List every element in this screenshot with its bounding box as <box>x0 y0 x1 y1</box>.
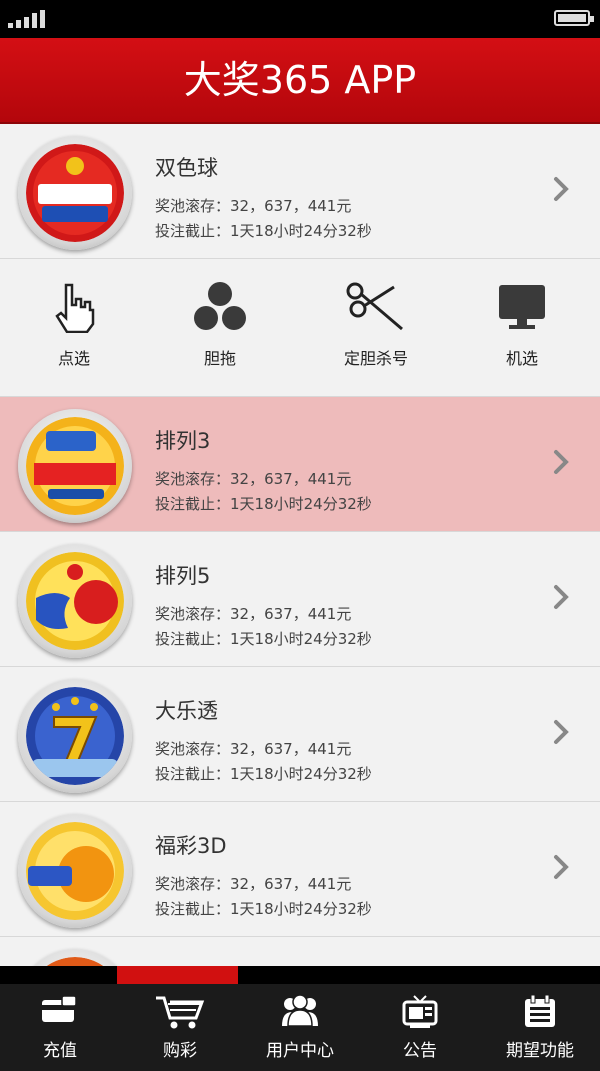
status-bar <box>0 0 600 38</box>
tab-label: 充值 <box>43 1041 77 1061</box>
bet-deadline: 投注截止：1天18小时24分32秒 <box>155 765 372 783</box>
action-label: 定胆杀号 <box>343 349 408 368</box>
lottery-row-pailie3[interactable]: 排列3 奖池滚存：32，637，441元 投注截止：1天18小时24分32秒 <box>0 397 600 532</box>
3d-logo <box>18 544 132 658</box>
pick-mode-random[interactable]: 机选 <box>462 281 582 369</box>
three-balls-icon <box>194 282 246 330</box>
super-lotto-logo <box>18 409 132 523</box>
pailie-3-logo <box>18 814 132 928</box>
7-star-logo <box>18 679 132 793</box>
chevron-right-icon[interactable] <box>548 584 574 610</box>
prize-pool: 奖池滚存：32，637，441元 <box>155 470 352 488</box>
bet-deadline: 投注截止：1天18小时24分32秒 <box>155 495 372 513</box>
action-label: 胆拖 <box>203 349 236 368</box>
pick-mode-dantuo[interactable]: 胆拖 <box>160 281 280 369</box>
tab-label: 用户中心 <box>266 1041 334 1061</box>
action-label: 点选 <box>57 349 90 368</box>
tab-label: 期望功能 <box>506 1041 574 1061</box>
app-header: 大奖365 APP <box>0 38 600 122</box>
tab-label: 公告 <box>403 1041 437 1061</box>
lottery-row-daletou[interactable]: 大乐透 奖池滚存：32，637，441元 投注截止：1天18小时24分32秒 <box>0 667 600 802</box>
lottery-row-shuangseqiu[interactable]: 双色球 奖池滚存：32，637，441元 投注截止：1天18小时24分32秒 <box>0 124 600 259</box>
pick-mode-manual[interactable]: 点选 <box>14 281 134 369</box>
tab-user-center[interactable]: 用户中心 <box>240 984 360 1071</box>
bet-deadline: 投注截止：1天18小时24分32秒 <box>155 630 372 648</box>
lottery-name: 大乐透 <box>155 699 218 723</box>
prize-pool: 奖池滚存：32，637，441元 <box>155 197 352 215</box>
users-icon <box>282 994 318 1027</box>
tab-active-indicator <box>117 966 238 984</box>
battery-icon <box>554 10 594 26</box>
prize-pool: 奖池滚存：32，637，441元 <box>155 740 352 758</box>
lottery-name: 双色球 <box>155 156 218 180</box>
chevron-right-icon[interactable] <box>548 719 574 745</box>
lottery-row-pailie5[interactable]: 排列5 奖池滚存：32，637，441元 投注截止：1天18小时24分32秒 <box>0 532 600 667</box>
tab-recharge[interactable]: 充值 <box>0 984 120 1071</box>
card-icon <box>42 995 77 1022</box>
prize-pool: 奖池滚存：32，637，441元 <box>155 875 352 893</box>
monitor-icon <box>499 285 545 329</box>
lottery-row-fucai3d[interactable]: 福彩3D 奖池滚存：32，637，441元 投注截止：1天18小时24分32秒 <box>0 802 600 937</box>
pick-mode-kill[interactable]: 定胆杀号 <box>316 281 436 369</box>
calendar-list-icon <box>525 994 555 1027</box>
chevron-right-icon[interactable] <box>548 449 574 475</box>
union-lotto-logo <box>18 136 132 250</box>
cart-icon <box>156 996 205 1029</box>
signal-icon <box>8 10 45 28</box>
bet-deadline: 投注截止：1天18小时24分32秒 <box>155 900 372 918</box>
bet-deadline: 投注截止：1天18小时24分32秒 <box>155 222 372 240</box>
news-tv-icon <box>402 995 438 1028</box>
scissors-icon <box>346 282 403 331</box>
tab-announcement[interactable]: 公告 <box>360 984 480 1071</box>
tab-buy[interactable]: 购彩 <box>120 984 240 1071</box>
bottom-tab-bar: 充值 购彩 用户中心 公告 期望功能 <box>0 984 600 1071</box>
lottery-name: 福彩3D <box>155 834 227 858</box>
pick-mode-bar: 点选 胆拖 定胆杀号 机选 <box>0 259 600 397</box>
action-label: 机选 <box>505 349 538 368</box>
chevron-right-icon[interactable] <box>548 176 574 202</box>
pointer-hand-icon <box>55 283 95 333</box>
page-title: 大奖365 APP <box>183 58 417 102</box>
tab-indicator-track <box>0 966 600 984</box>
prize-pool: 奖池滚存：32，637，441元 <box>155 605 352 623</box>
tab-label: 购彩 <box>163 1041 197 1061</box>
chevron-right-icon[interactable] <box>548 854 574 880</box>
tab-wishlist[interactable]: 期望功能 <box>480 984 600 1071</box>
lottery-list[interactable]: 双色球 奖池滚存：32，637，441元 投注截止：1天18小时24分32秒 点… <box>0 124 600 984</box>
lottery-name: 排列5 <box>155 564 211 588</box>
lottery-name: 排列3 <box>155 429 211 453</box>
